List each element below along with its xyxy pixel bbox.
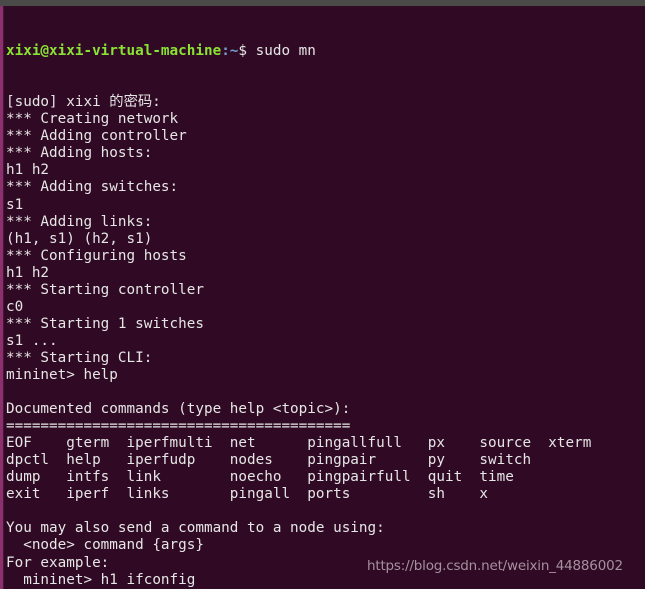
terminal-line: exit iperf links pingall ports sh x [6, 486, 489, 503]
terminal-line: *** Adding controller [6, 128, 187, 145]
prompt-command-text: sudo mn [247, 43, 316, 60]
terminal-line: *** Adding links: [6, 213, 153, 230]
terminal-line: *** Starting controller [6, 281, 204, 298]
csdn-watermark: https://blog.csdn.net/weixin_44886002 [367, 558, 623, 574]
terminal-line: *** Starting CLI: [6, 349, 153, 366]
terminal-line: s1 ... [6, 332, 58, 349]
terminal-line: h1 h2 [6, 264, 50, 281]
terminal-line: s1 [6, 196, 24, 213]
terminal-line: *** Configuring hosts [6, 247, 187, 264]
prompt-dollar-sign: $ [238, 43, 248, 60]
terminal-scrollback: [sudo] xixi 的密码: *** Creating network *** … [6, 94, 645, 589]
terminal-line: mininet> help [6, 366, 118, 383]
terminal-window: xixi@xixi-virtual-machine:~$ sudo mn [su… [0, 0, 645, 589]
terminal-line: h1 h2 [6, 162, 50, 179]
terminal-line: c0 [6, 298, 24, 315]
terminal-line: <node> command {args} [6, 537, 204, 554]
terminal-line: dump intfs link noecho pingpairfull quit… [6, 469, 514, 486]
terminal-line: *** Adding switches: [6, 179, 179, 196]
prompt-separator: : [221, 43, 230, 60]
terminal-line: *** Starting 1 switches [6, 315, 204, 332]
terminal-prompt-line: xixi@xixi-virtual-machine:~$ sudo mn [6, 43, 645, 60]
prompt-user-host: xixi@xixi-virtual-machine [6, 43, 222, 60]
terminal-line: ======================================== [6, 418, 351, 435]
terminal-line: mininet> h1 ifconfig [6, 571, 196, 588]
terminal-line: *** Adding hosts: [6, 145, 153, 162]
terminal-output-area[interactable]: xixi@xixi-virtual-machine:~$ sudo mn [su… [4, 6, 645, 589]
terminal-line: (h1, s1) (h2, s1) [6, 230, 153, 247]
terminal-line: EOF gterm iperfmulti net pingallfull px … [6, 435, 592, 452]
terminal-line: You may also send a command to a node us… [6, 520, 385, 537]
terminal-line: dpctl help iperfudp nodes pingpair py sw… [6, 452, 532, 469]
terminal-line: Documented commands (type help <topic>): [6, 401, 351, 418]
terminal-line: *** Creating network [6, 111, 179, 128]
terminal-line: [sudo] xixi 的密码: [6, 94, 161, 111]
